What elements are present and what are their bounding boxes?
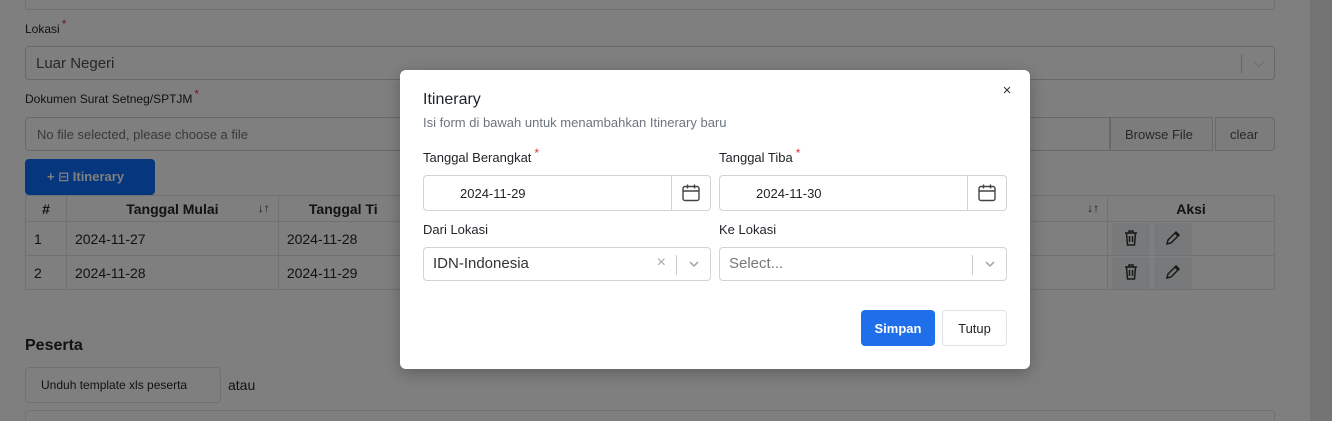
itinerary-modal: Itinerary Isi form di bawah untuk menamb… xyxy=(400,70,1030,369)
tanggal-berangkat-label: Tanggal Berangkat * xyxy=(423,146,540,165)
dari-lokasi-select[interactable]: IDN-Indonesia × xyxy=(423,247,711,281)
ke-lokasi-select[interactable]: Select... xyxy=(719,247,1007,281)
simpan-button[interactable]: Simpan xyxy=(861,310,935,346)
dari-lokasi-label: Dari Lokasi xyxy=(423,222,489,237)
tanggal-tiba-label: Tanggal Tiba * xyxy=(719,146,801,165)
ke-lokasi-placeholder: Select... xyxy=(729,255,784,272)
ke-lokasi-label: Ke Lokasi xyxy=(719,222,777,237)
tanggal-tiba-input[interactable] xyxy=(719,175,968,211)
chevron-down-icon[interactable] xyxy=(983,257,997,275)
modal-title: Itinerary xyxy=(423,91,481,108)
tutup-button[interactable]: Tutup xyxy=(942,310,1007,346)
calendar-button[interactable] xyxy=(672,175,711,211)
calendar-icon xyxy=(978,184,996,202)
calendar-button[interactable] xyxy=(968,175,1007,211)
clear-icon[interactable]: × xyxy=(657,254,666,272)
calendar-icon xyxy=(682,184,700,202)
tanggal-berangkat-input[interactable] xyxy=(423,175,672,211)
close-icon[interactable]: × xyxy=(1000,83,1014,98)
dari-lokasi-value: IDN-Indonesia xyxy=(433,255,529,272)
modal-subtitle: Isi form di bawah untuk menambahkan Itin… xyxy=(423,115,727,130)
chevron-down-icon[interactable] xyxy=(687,257,701,275)
